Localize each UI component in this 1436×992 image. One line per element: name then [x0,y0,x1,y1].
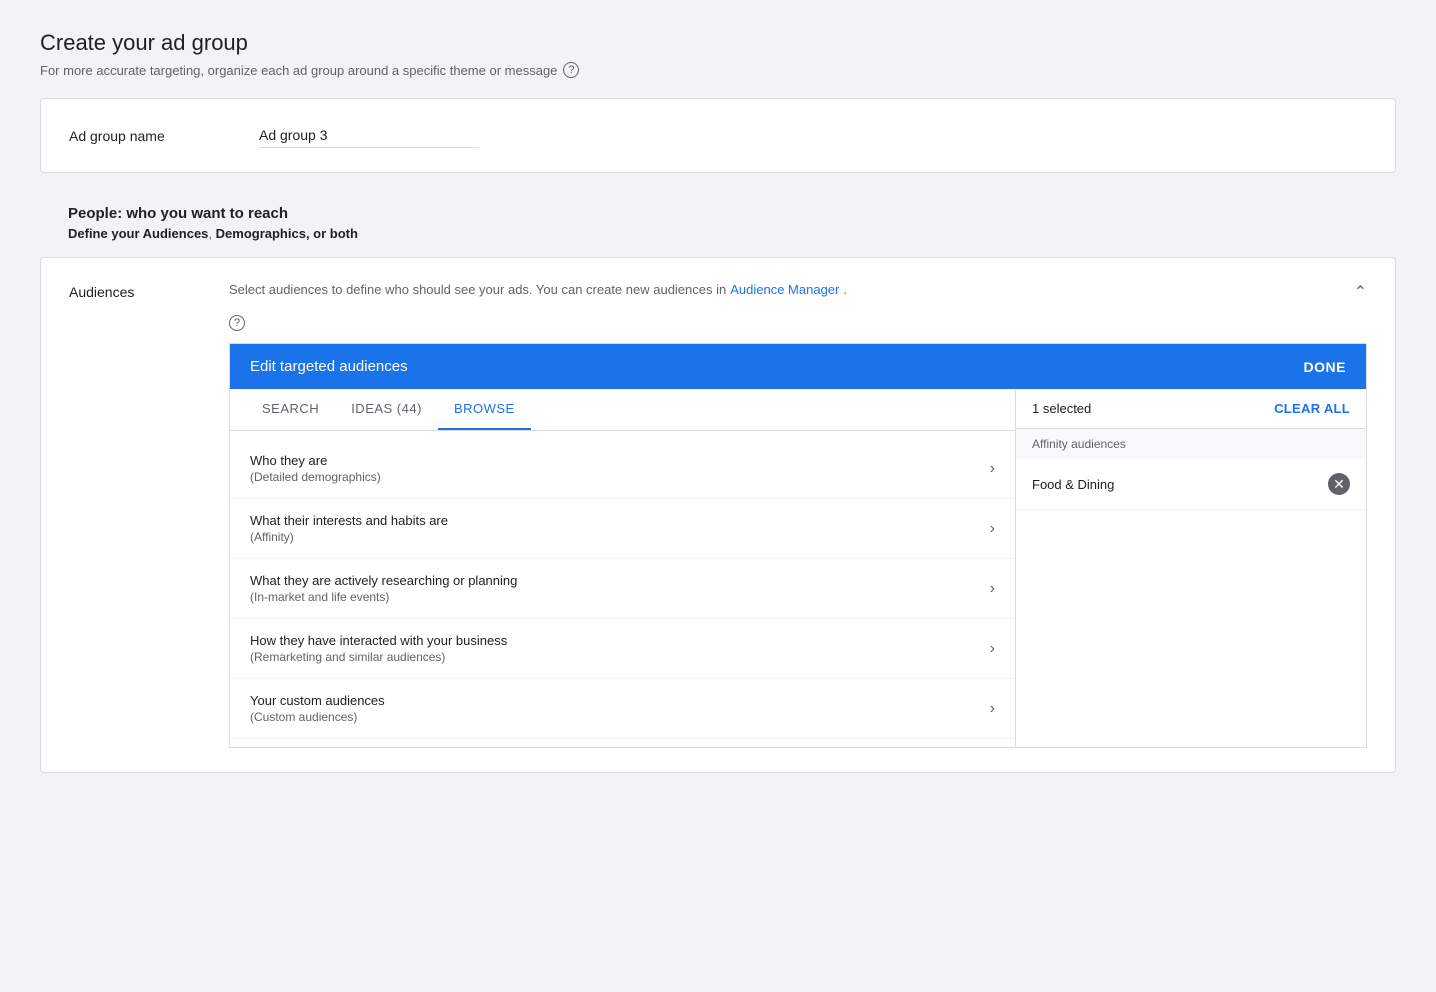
selected-count: 1 selected [1032,401,1091,416]
audiences-label: Audiences [69,282,199,748]
chevron-right-icon: › [990,460,995,478]
ad-group-name-card: Ad group name [40,98,1396,173]
right-panel: 1 selected CLEAR ALL Affinity audiences … [1016,389,1366,747]
browse-item[interactable]: How they have interacted with your busin… [230,619,1015,679]
chevron-right-icon: › [990,700,995,718]
edit-panel-title: Edit targeted audiences [250,358,408,375]
chevron-right-icon: › [990,640,995,658]
audiences-content: Select audiences to define who should se… [229,282,1367,748]
browse-item[interactable]: What their interests and habits are (Aff… [230,499,1015,559]
people-section-header: People: who you want to reach Define you… [40,189,1396,257]
edit-panel-body: SEARCH IDEAS (44) BROWSE Who they are (D… [230,389,1366,747]
people-section-title: People: who you want to reach [68,205,1368,222]
audiences-help-icon[interactable]: ? [229,315,245,331]
edit-panel: Edit targeted audiences DONE SEARCH IDEA… [229,343,1367,748]
ad-group-name-row: Ad group name [69,123,1367,148]
tabs-row: SEARCH IDEAS (44) BROWSE [230,389,1015,431]
audiences-desc-row: Select audiences to define who should se… [229,282,1367,343]
browse-item[interactable]: Who they are (Detailed demographics) › [230,439,1015,499]
chevron-right-icon: › [990,520,995,538]
page-subtitle: For more accurate targeting, organize ea… [40,62,1396,78]
collapse-icon[interactable]: ⌃ [1354,282,1367,302]
people-section-desc: Define your Audiences, Demographics, or … [68,226,1368,241]
tab-ideas[interactable]: IDEAS (44) [335,389,438,430]
audience-manager-link[interactable]: Audience Manager [730,282,839,297]
affinity-header: Affinity audiences [1016,429,1366,459]
selected-item-name: Food & Dining [1032,477,1114,492]
audiences-description: Select audiences to define who should se… [229,282,1354,297]
browse-list: Who they are (Detailed demographics) › W… [230,431,1015,747]
audiences-row: Audiences Select audiences to define who… [69,282,1367,748]
tab-browse[interactable]: BROWSE [438,389,531,430]
page-title: Create your ad group [40,30,1396,56]
ad-group-name-input[interactable] [259,123,479,148]
ad-group-name-label: Ad group name [69,128,199,144]
browse-item[interactable]: What they are actively researching or pl… [230,559,1015,619]
done-button[interactable]: DONE [1304,359,1346,375]
audiences-card: Audiences Select audiences to define who… [40,257,1396,773]
chevron-right-icon: › [990,580,995,598]
clear-all-button[interactable]: CLEAR ALL [1274,401,1350,416]
subtitle-help-icon[interactable]: ? [563,62,579,78]
selected-item-row: Food & Dining ✕ [1016,459,1366,510]
edit-panel-header: Edit targeted audiences DONE [230,344,1366,389]
right-panel-header: 1 selected CLEAR ALL [1016,389,1366,429]
browse-item[interactable]: Your custom audiences (Custom audiences)… [230,679,1015,739]
remove-item-button[interactable]: ✕ [1328,473,1350,495]
left-panel: SEARCH IDEAS (44) BROWSE Who they are (D… [230,389,1016,747]
tab-search[interactable]: SEARCH [246,389,335,430]
